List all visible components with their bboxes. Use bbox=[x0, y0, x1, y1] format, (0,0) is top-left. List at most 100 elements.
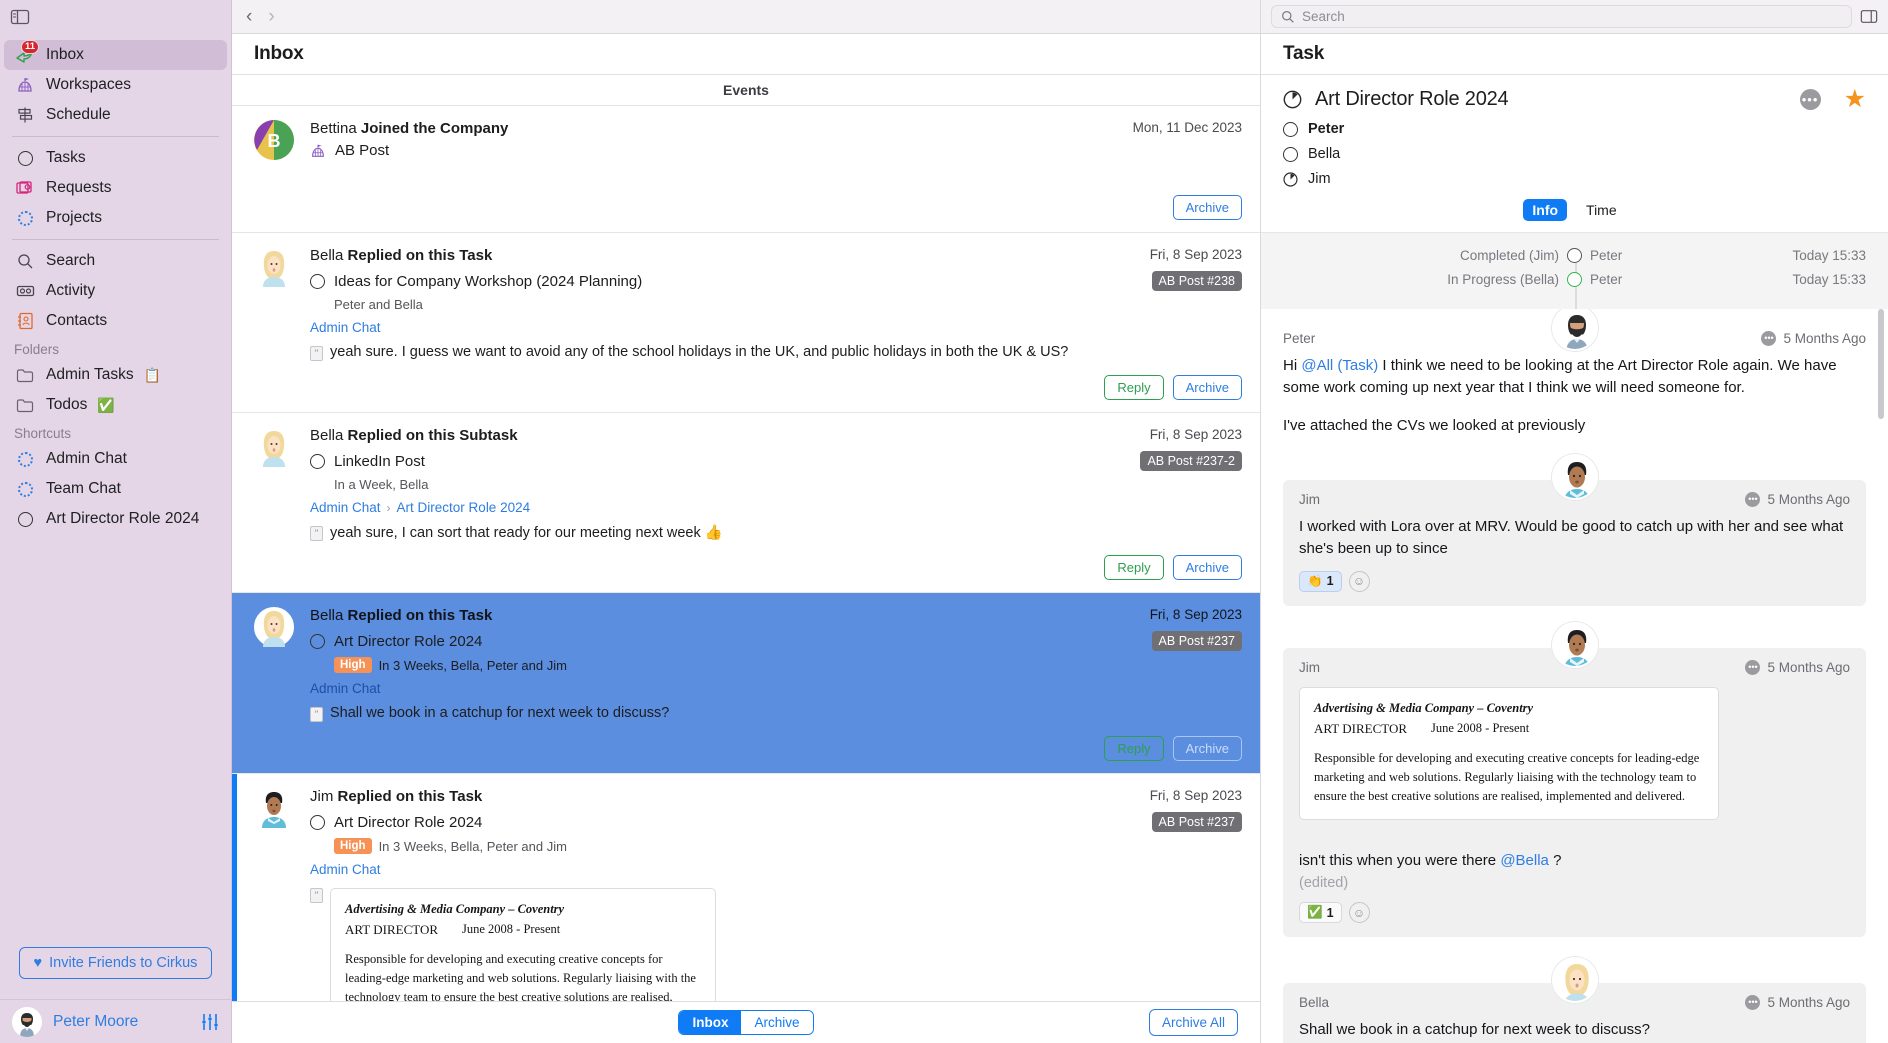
add-reaction-icon[interactable]: ☺ bbox=[1348, 902, 1370, 923]
forward-button[interactable]: › bbox=[268, 7, 274, 26]
reaction-clap[interactable]: 👏 1 bbox=[1299, 570, 1342, 592]
sidebar-item-inbox[interactable]: 11 Inbox bbox=[4, 40, 227, 70]
event-date: Fri, 8 Sep 2023 bbox=[1149, 607, 1242, 622]
sidebar-folder-admin-tasks[interactable]: Admin Tasks 📋 bbox=[4, 360, 227, 390]
sidebar-shortcut-admin-chat[interactable]: Admin Chat bbox=[4, 444, 227, 474]
event-breadcrumb[interactable]: Admin Chat bbox=[310, 681, 1242, 696]
sidebar-item-label: Search bbox=[46, 252, 96, 269]
sidebar-item-contacts[interactable]: Contacts bbox=[4, 306, 227, 336]
back-button[interactable]: ‹ bbox=[246, 7, 252, 26]
play-circle-icon bbox=[1567, 271, 1582, 287]
message-followup-text: isn't this when you were there @Bella ? bbox=[1299, 852, 1562, 870]
event-meta: In a Week, Bella bbox=[334, 477, 429, 492]
task-thread[interactable]: Peter ••• 5 Months Ago Hi @All (Task) I … bbox=[1261, 309, 1888, 1043]
sidebar-shortcut-team-chat[interactable]: Team Chat bbox=[4, 474, 227, 504]
sidebar-item-requests[interactable]: Requests bbox=[4, 173, 227, 203]
avatar bbox=[254, 427, 294, 467]
star-icon[interactable]: ★ bbox=[1844, 87, 1866, 112]
message-more-icon[interactable]: ••• bbox=[1745, 492, 1761, 508]
event-body: Jim Replied on this Task Fri, 8 Sep 2023… bbox=[310, 788, 1242, 1001]
sidebar-nav: 11 Inbox Workspaces Schedule Tasks Reque… bbox=[0, 34, 231, 534]
page-title: Inbox bbox=[254, 43, 304, 64]
event-breadcrumb[interactable]: Admin Chat › Art Director Role 2024 bbox=[310, 500, 1242, 515]
invite-friends-button[interactable]: ♥ Invite Friends to Cirkus bbox=[18, 947, 213, 979]
sidebar-item-tasks[interactable]: Tasks bbox=[4, 143, 227, 173]
sliders-icon[interactable] bbox=[201, 1013, 219, 1031]
archive-button[interactable]: Archive bbox=[1172, 375, 1242, 400]
sidebar-item-label: Tasks bbox=[46, 149, 86, 166]
sidebar-item-label: Inbox bbox=[46, 46, 84, 63]
assignee-bella[interactable]: Bella bbox=[1283, 146, 1866, 162]
event-tag: AB Post #237 bbox=[1151, 631, 1242, 651]
event-row-jim-art-director[interactable]: Jim Replied on this Task Fri, 8 Sep 2023… bbox=[232, 774, 1260, 1001]
sidebar-item-activity[interactable]: Activity bbox=[4, 276, 227, 306]
tab-archive[interactable]: Archive bbox=[741, 1011, 813, 1034]
event-breadcrumb[interactable]: Admin Chat bbox=[310, 862, 1242, 877]
event-body: Bettina Joined the Company Mon, 11 Dec 2… bbox=[310, 120, 1242, 220]
event-message: ” yeah sure. I guess we want to avoid an… bbox=[310, 344, 1242, 361]
breadcrumb-item[interactable]: Admin Chat bbox=[310, 500, 381, 515]
sidebar-folder-todos[interactable]: Todos ✅ bbox=[4, 390, 227, 420]
event-tag: AB Post #238 bbox=[1151, 271, 1242, 291]
cv-role-line: ART DIRECTOR June 2008 - Present bbox=[345, 920, 701, 940]
event-row-bettina[interactable]: B Bettina Joined the Company Mon, 11 Dec… bbox=[232, 106, 1260, 233]
cv-role-line: ART DIRECTOR June 2008 - Present bbox=[1314, 719, 1704, 739]
message-time-group: ••• 5 Months Ago bbox=[1745, 995, 1850, 1010]
breadcrumb-item[interactable]: Art Director Role 2024 bbox=[397, 500, 531, 515]
assignee-name: Jim bbox=[1308, 171, 1331, 187]
schedule-icon bbox=[14, 105, 36, 125]
event-header: Jim Replied on this Task Fri, 8 Sep 2023 bbox=[310, 788, 1242, 805]
message-timestamp: 5 Months Ago bbox=[1767, 659, 1850, 675]
inbox-icon: 11 bbox=[14, 40, 40, 65]
panel-toggle-icon[interactable] bbox=[10, 9, 30, 25]
events-list[interactable]: B Bettina Joined the Company Mon, 11 Dec… bbox=[232, 106, 1260, 1001]
event-breadcrumb[interactable]: Admin Chat bbox=[310, 320, 1242, 335]
assignee-jim[interactable]: Jim bbox=[1283, 171, 1866, 187]
mention-bella[interactable]: @Bella bbox=[1500, 852, 1549, 869]
reaction-check[interactable]: ✅ 1 bbox=[1299, 902, 1342, 923]
assignee-peter[interactable]: Peter bbox=[1283, 121, 1866, 137]
event-actions: Reply Archive bbox=[310, 555, 1242, 580]
search-input[interactable]: Search bbox=[1271, 5, 1852, 28]
inbox-archive-segmented[interactable]: Inbox Archive bbox=[678, 1010, 814, 1035]
archive-all-button[interactable]: Archive All bbox=[1148, 1009, 1238, 1036]
tab-inbox[interactable]: Inbox bbox=[679, 1011, 742, 1034]
sidebar-item-projects[interactable]: Projects bbox=[4, 203, 227, 233]
sidebar-shortcut-art-director-role[interactable]: Art Director Role 2024 bbox=[4, 504, 227, 534]
archive-button[interactable]: Archive bbox=[1172, 736, 1242, 761]
folders-section-label: Folders bbox=[14, 342, 60, 357]
search-icon bbox=[1281, 10, 1295, 24]
timeline-row-inprogress: In Progress (Bella) Peter Today 15:33 bbox=[1283, 267, 1866, 291]
user-bar[interactable]: Peter Moore bbox=[0, 999, 231, 1043]
sidebar-item-search[interactable]: Search bbox=[4, 246, 227, 276]
thread-scrollbar-thumb[interactable] bbox=[1878, 309, 1884, 419]
circle-icon bbox=[310, 273, 325, 289]
event-row-bella-workshop[interactable]: Bella Replied on this Task Fri, 8 Sep 20… bbox=[232, 233, 1260, 413]
cv-attachment-card[interactable]: Advertising & Media Company – Coventry A… bbox=[330, 888, 716, 1001]
mention-all[interactable]: @All (Task) bbox=[1301, 357, 1378, 374]
add-reaction-icon[interactable]: ☺ bbox=[1348, 570, 1370, 592]
event-row-bella-linkedin[interactable]: Bella Replied on this Subtask Fri, 8 Sep… bbox=[232, 413, 1260, 593]
cv-description: Responsible for developing and executing… bbox=[345, 952, 696, 1001]
message-more-icon[interactable]: ••• bbox=[1745, 659, 1761, 675]
message-time-group: ••• 5 Months Ago bbox=[1761, 331, 1866, 346]
message-more-icon[interactable]: ••• bbox=[1761, 331, 1777, 346]
reply-button[interactable]: Reply bbox=[1104, 375, 1164, 400]
sidebar-item-schedule[interactable]: Schedule bbox=[4, 100, 227, 130]
event-row-bella-art-director[interactable]: Bella Replied on this Task Fri, 8 Sep 20… bbox=[232, 593, 1260, 774]
panel-right-icon[interactable] bbox=[1860, 9, 1878, 24]
tab-time[interactable]: Time bbox=[1577, 199, 1626, 221]
task-more-icon[interactable]: ••• bbox=[1799, 89, 1821, 110]
cv-attachment-card[interactable]: Advertising & Media Company – Coventry A… bbox=[1299, 686, 1719, 821]
message-author: Bella bbox=[1299, 995, 1330, 1010]
tab-info[interactable]: Info bbox=[1523, 199, 1568, 221]
sidebar-item-workspaces[interactable]: Workspaces bbox=[4, 70, 227, 100]
reply-button[interactable]: Reply bbox=[1104, 555, 1164, 580]
reaction-emoji: ✅ bbox=[1307, 905, 1323, 919]
event-date: Fri, 8 Sep 2023 bbox=[1149, 788, 1242, 803]
message-more-icon[interactable]: ••• bbox=[1745, 995, 1761, 1010]
reply-button[interactable]: Reply bbox=[1104, 736, 1164, 761]
archive-button[interactable]: Archive bbox=[1172, 555, 1242, 580]
avatar bbox=[12, 1006, 42, 1037]
archive-button[interactable]: Archive bbox=[1172, 195, 1242, 220]
